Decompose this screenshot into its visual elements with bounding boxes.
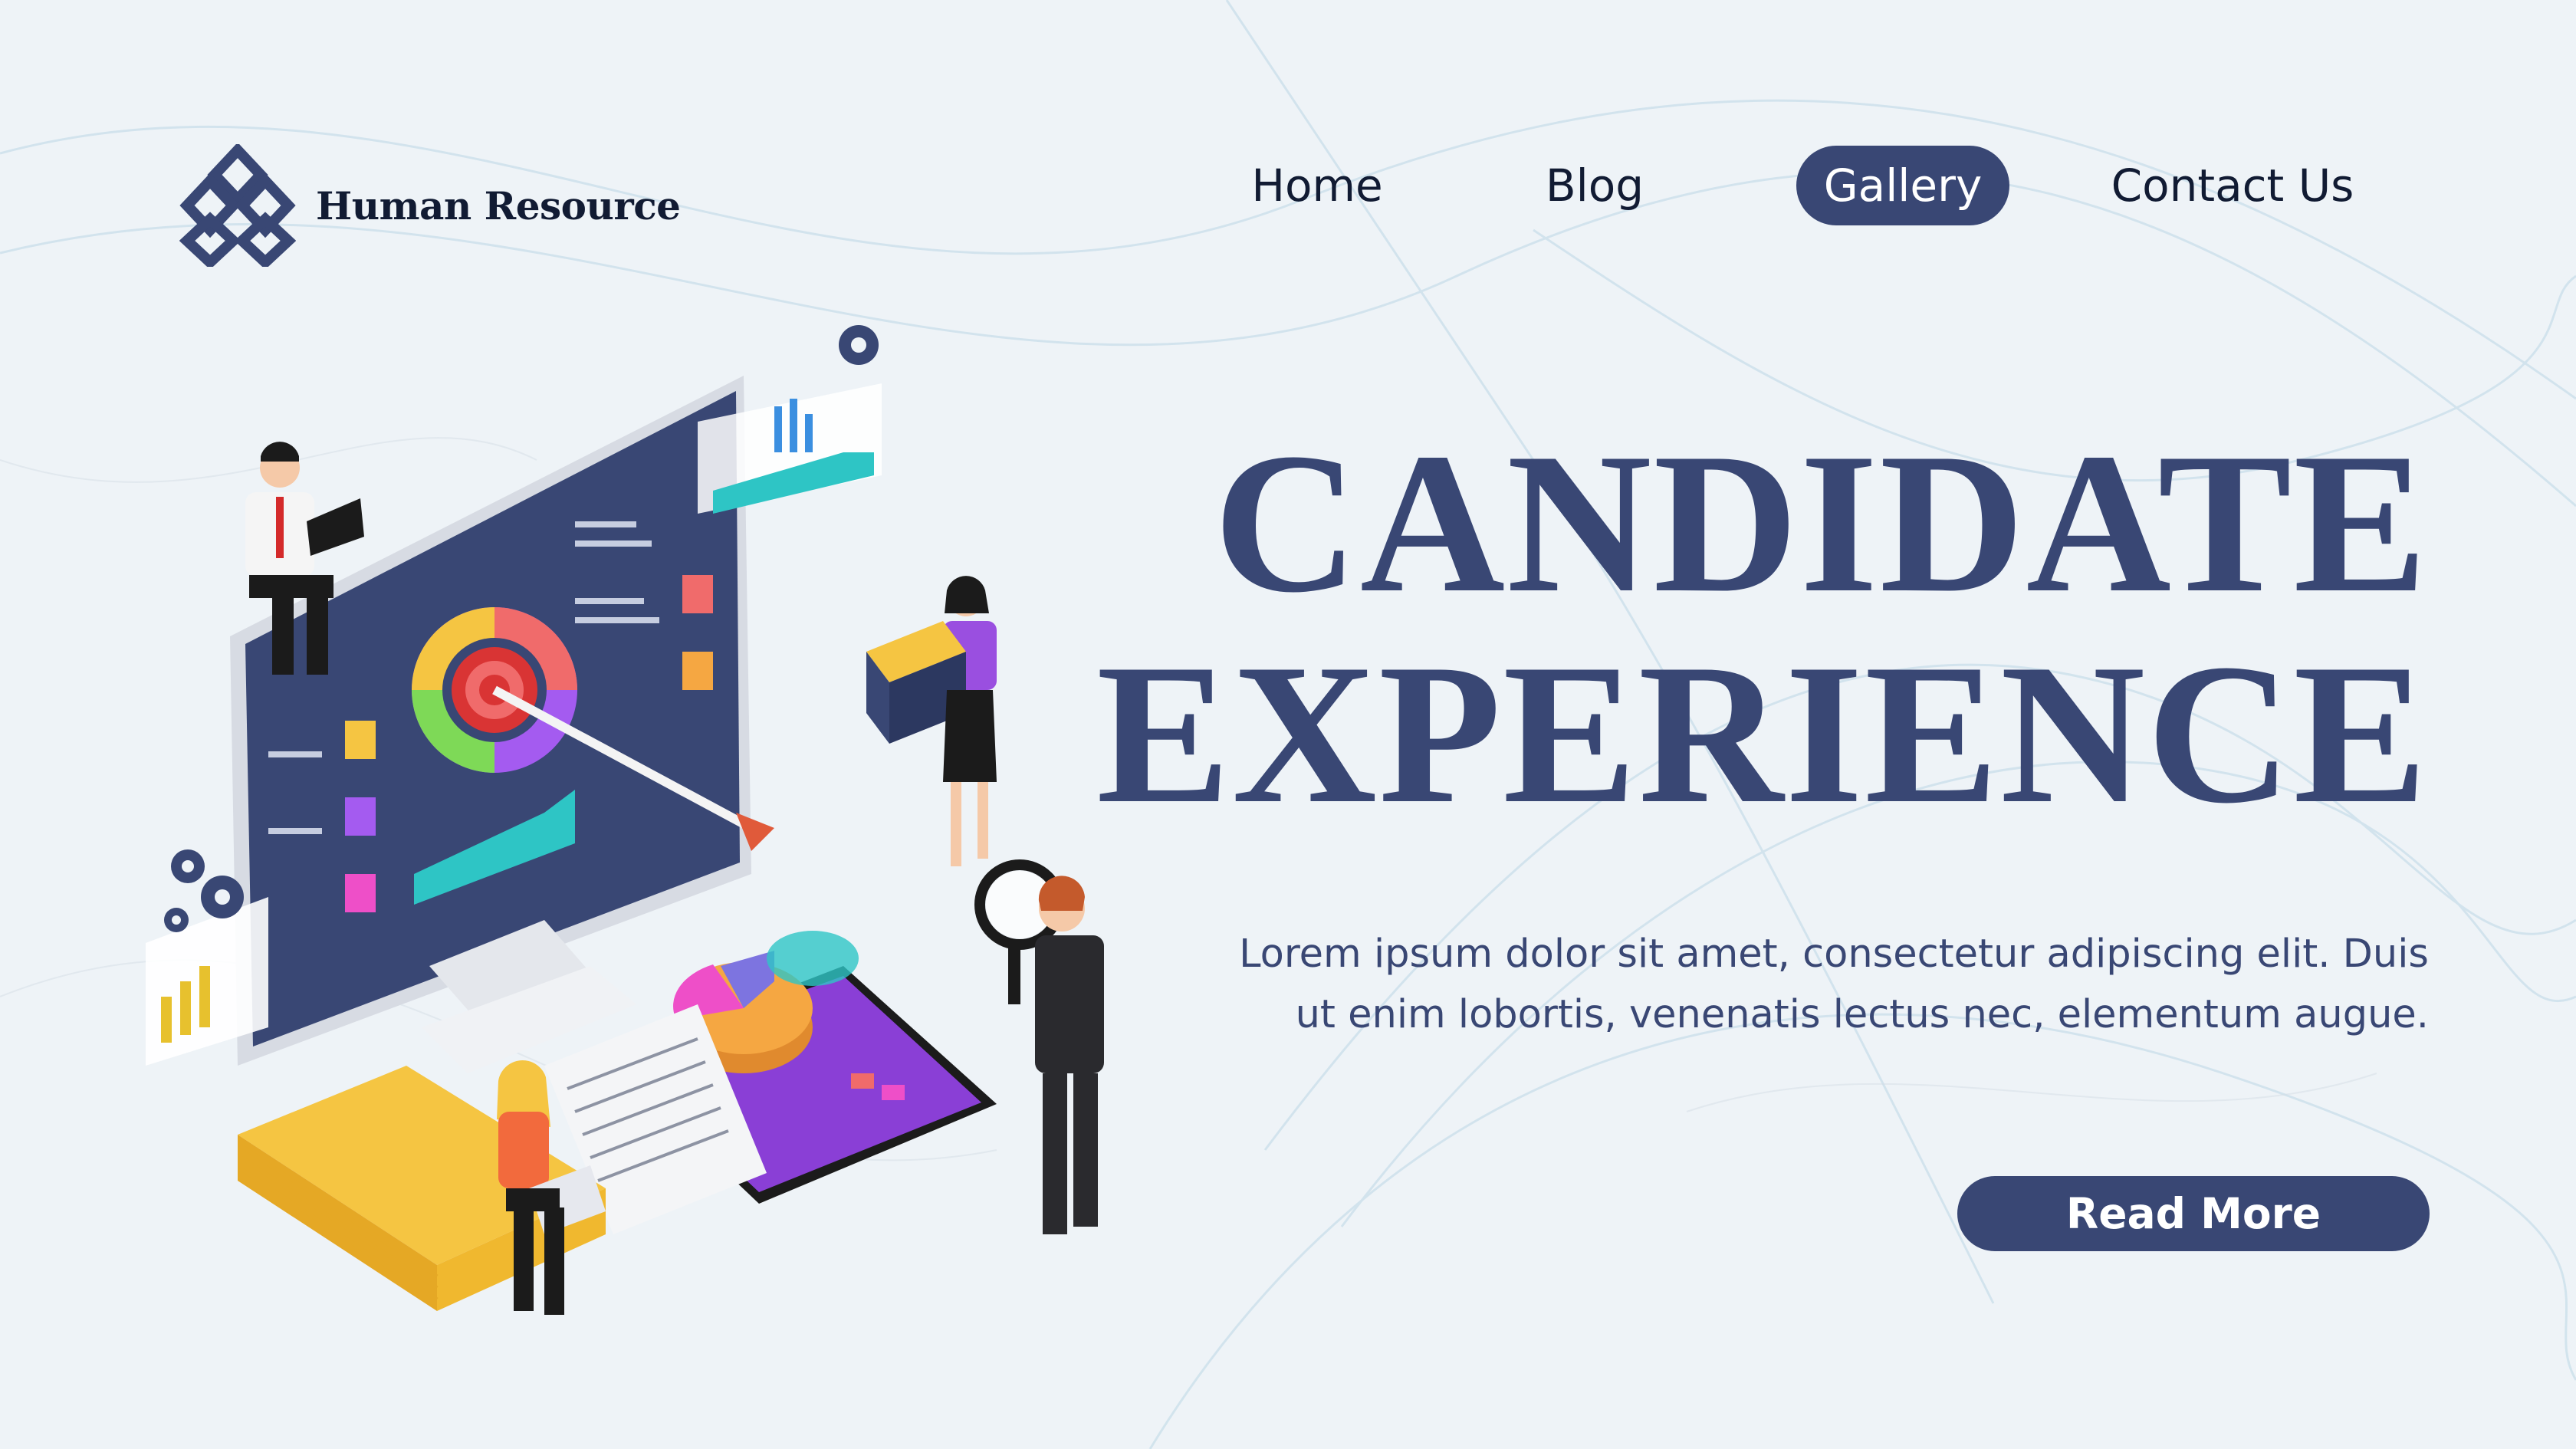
hero-title: CANDIDATE EXPERIENCE: [1096, 418, 2429, 840]
hero-title-line2: EXPERIENCE: [1096, 623, 2429, 845]
main-nav: Home Blog Gallery Contact Us: [0, 146, 2576, 225]
hr-analytics-illustration: [146, 325, 1104, 1315]
nav-contact-link[interactable]: Contact Us: [2079, 146, 2386, 225]
woman-with-box-figure: [866, 576, 997, 866]
man-with-magnifier-figure: [974, 859, 1104, 1234]
hero-title-line1: CANDIDATE: [1213, 412, 2429, 634]
read-more-button[interactable]: Read More: [1957, 1176, 2430, 1251]
nav-home-link[interactable]: Home: [1217, 146, 1417, 225]
hero-description: Lorem ipsum dolor sit amet, consectetur …: [1239, 932, 2429, 1037]
nav-blog-link[interactable]: Blog: [1518, 146, 1671, 225]
nav-gallery-link[interactable]: Gallery: [1796, 146, 2009, 225]
